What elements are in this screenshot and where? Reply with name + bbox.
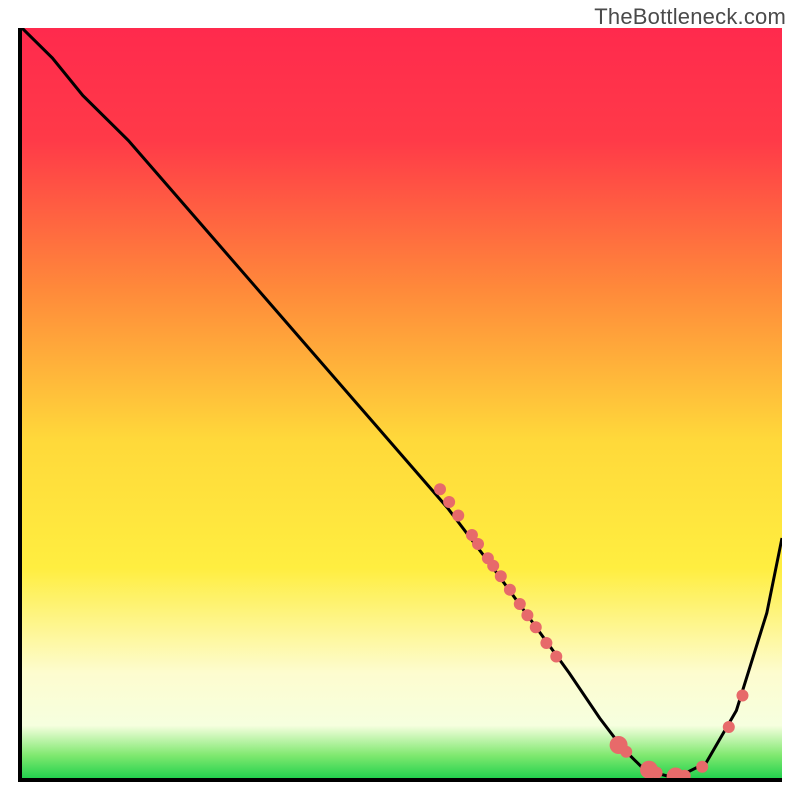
marker-dot (443, 496, 455, 508)
marker-dot (521, 609, 533, 621)
marker-dot (530, 621, 542, 633)
marker-dot (452, 509, 464, 521)
plot-area (18, 28, 782, 782)
highlight-dots (434, 483, 748, 778)
chart-container: { "attribution": "TheBottleneck.com", "c… (0, 0, 800, 800)
marker-dot (540, 637, 552, 649)
marker-dot (696, 761, 708, 773)
marker-dot (736, 690, 748, 702)
marker-dot (472, 538, 484, 550)
marker-dot (620, 746, 632, 758)
marker-dot (504, 584, 516, 596)
marker-dot (550, 651, 562, 663)
marker-dot (434, 483, 446, 495)
marker-dot (495, 570, 507, 582)
marker-dot (514, 598, 526, 610)
attribution-label: TheBottleneck.com (594, 4, 786, 30)
marker-dot (723, 721, 735, 733)
curve-layer (22, 28, 782, 778)
bottleneck-curve (22, 28, 782, 778)
marker-dot (487, 560, 499, 572)
